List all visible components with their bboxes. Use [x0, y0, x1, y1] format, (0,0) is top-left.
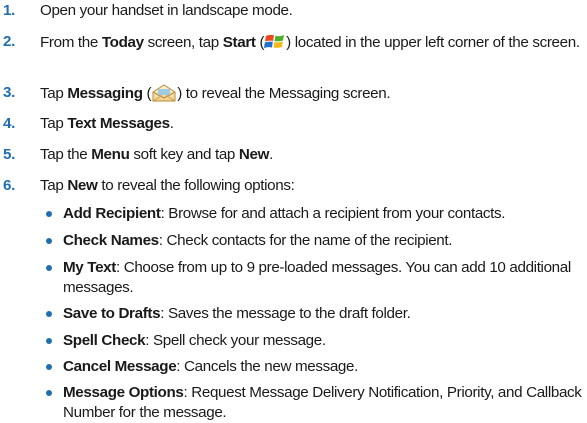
step-number: 4.	[3, 115, 15, 132]
step-text: From the Today screen, tap Start ( ) loc…	[40, 32, 585, 58]
option-term: Add Recipient	[63, 205, 161, 222]
bullet-icon	[46, 265, 52, 271]
bullet-icon	[46, 311, 52, 317]
option-term: Cancel Message	[63, 358, 177, 375]
step-number: 1.	[3, 2, 15, 19]
step-text: Tap Text Messages.	[40, 115, 174, 132]
messaging-envelope-icon	[151, 83, 177, 109]
option-term: Message Options	[63, 384, 184, 401]
option-term: Spell Check	[63, 332, 146, 349]
option-description: : Check contacts for the name of the rec…	[158, 232, 453, 249]
option-description: : Saves the message to the draft folder.	[160, 305, 411, 322]
option-description: : Cancels the new message.	[176, 358, 358, 375]
start-label: Start	[222, 34, 256, 51]
new-label: New	[238, 146, 270, 163]
messaging-label: Messaging	[67, 85, 143, 102]
option-term: Check Names	[63, 232, 159, 249]
today-label: Today	[101, 34, 144, 51]
bullet-icon	[46, 364, 52, 370]
windows-start-icon	[264, 32, 286, 58]
instruction-document: 1. Open your handset in landscape mode. …	[0, 0, 587, 421]
step-text: Tap the Menu soft key and tap New.	[40, 146, 273, 163]
bullet-icon	[46, 338, 52, 344]
bullet-icon	[46, 390, 52, 396]
step-text: Tap Messaging ( ) to reveal the Messagin…	[40, 83, 585, 109]
option-description: : Choose from up to 9 pre-loaded message…	[63, 259, 571, 296]
step-number: 6.	[3, 177, 15, 194]
option-description: : Spell check your message.	[145, 332, 326, 349]
bullet-icon	[46, 238, 52, 244]
bullet-icon	[46, 211, 52, 217]
option-description: : Browse for and attach a recipient from…	[160, 205, 506, 222]
step-text: Open your handset in landscape mode.	[40, 2, 293, 19]
step-number: 2.	[3, 33, 15, 50]
step-number: 5.	[3, 146, 15, 163]
step-text: Tap New to reveal the following options:	[40, 177, 295, 194]
new-label: New	[67, 177, 98, 194]
step-number: 3.	[3, 84, 15, 101]
text-messages-label: Text Messages	[67, 115, 170, 132]
option-term: Save to Drafts	[63, 305, 161, 322]
option-term: My Text	[63, 259, 116, 276]
menu-label: Menu	[91, 146, 130, 163]
